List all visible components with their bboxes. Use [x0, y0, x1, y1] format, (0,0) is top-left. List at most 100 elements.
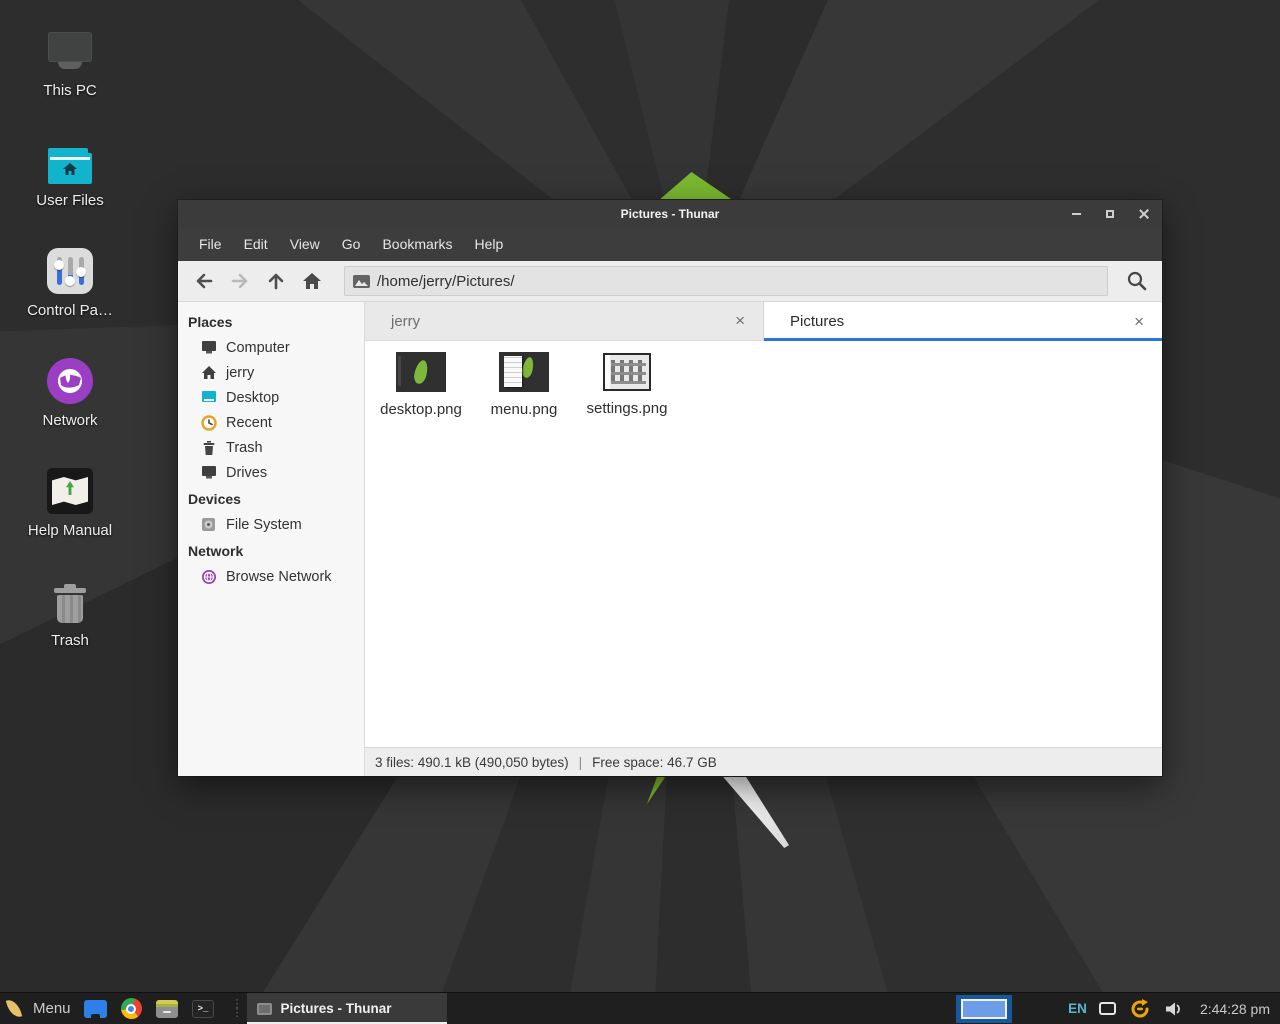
- desktop-icon-trash[interactable]: Trash: [8, 570, 132, 680]
- file-settings-png[interactable]: settings.png: [577, 352, 677, 417]
- tab-close-icon[interactable]: ×: [1130, 312, 1148, 332]
- desktop-icon-label: Control Pa…: [27, 302, 113, 319]
- desktop-icon-user-files[interactable]: User Files: [8, 130, 132, 240]
- sidebar-item-label: Computer: [226, 340, 290, 356]
- hard-disk-icon: [200, 516, 217, 533]
- sidebar-item-drives[interactable]: Drives: [178, 460, 364, 485]
- image-location-icon: [353, 275, 370, 288]
- menu-file[interactable]: File: [188, 228, 233, 261]
- back-button[interactable]: [186, 265, 222, 298]
- home-icon: [200, 364, 217, 381]
- up-button[interactable]: [258, 265, 294, 298]
- home-button[interactable]: [294, 265, 330, 298]
- image-thumbnail: [499, 352, 549, 392]
- file-manager-icon: [84, 1000, 107, 1018]
- keyboard-layout-indicator[interactable]: EN: [1068, 1001, 1087, 1016]
- sidebar-section-devices: Devices: [178, 485, 364, 512]
- menu-bookmarks[interactable]: Bookmarks: [371, 228, 463, 261]
- wallpaper-green-leaf: [658, 172, 734, 201]
- taskbar-left: Menu >_ ⋮⋮: [0, 993, 242, 1024]
- volume-icon[interactable]: [1164, 1000, 1184, 1018]
- taskbar: Menu >_ ⋮⋮ Pictures - Thunar EN: [0, 992, 1280, 1024]
- display-tray-icon[interactable]: [1099, 1002, 1116, 1015]
- computer-icon: [45, 32, 95, 74]
- chrome-launcher[interactable]: [120, 997, 143, 1020]
- sidebar-item-label: Recent: [226, 415, 272, 431]
- desktop: This PC User Files Control Pa…: [0, 0, 1280, 1024]
- home-icon: [301, 270, 323, 292]
- sidebar-item-browse-network[interactable]: Browse Network: [178, 564, 364, 589]
- titlebar[interactable]: Pictures - Thunar: [178, 200, 1162, 228]
- desktop-icon-label: This PC: [43, 82, 96, 99]
- toolbar: /home/jerry/Pictures/: [178, 261, 1162, 302]
- drive-icon: [200, 464, 217, 481]
- tab-jerry[interactable]: jerry ×: [365, 302, 764, 341]
- tab-close-icon[interactable]: ×: [731, 311, 749, 331]
- tab-bar: jerry × Pictures ×: [365, 302, 1162, 341]
- file-pane: jerry × Pictures × desktop.png: [365, 302, 1162, 776]
- map-manual-icon: [47, 468, 93, 514]
- sidebar-item-label: Trash: [226, 440, 263, 456]
- close-button[interactable]: [1134, 204, 1154, 224]
- sidebar-item-label: Browse Network: [226, 569, 332, 585]
- maximize-button[interactable]: [1100, 204, 1120, 224]
- clock[interactable]: 2:44:28 pm: [1200, 1001, 1270, 1017]
- tab-pictures[interactable]: Pictures ×: [764, 302, 1162, 341]
- sidebar-item-file-system[interactable]: File System: [178, 512, 364, 537]
- sidebar-item-recent[interactable]: Recent: [178, 410, 364, 435]
- forward-button[interactable]: [222, 265, 258, 298]
- file-menu-png[interactable]: menu.png: [474, 352, 574, 418]
- sidebar-item-desktop[interactable]: Desktop: [178, 385, 364, 410]
- window-title: Pictures - Thunar: [178, 200, 1162, 228]
- menu-view[interactable]: View: [279, 228, 331, 261]
- menu-help[interactable]: Help: [464, 228, 515, 261]
- tab-label: jerry: [391, 313, 731, 330]
- terminal-launcher[interactable]: >_: [192, 997, 215, 1020]
- menu-leaf-icon[interactable]: [6, 998, 22, 1019]
- sidebar-item-label: Desktop: [226, 390, 279, 406]
- minimize-icon: [1072, 213, 1081, 215]
- thunar-window: Pictures - Thunar File Edit View Go Book…: [178, 200, 1162, 776]
- sidebar-item-jerry[interactable]: jerry: [178, 360, 364, 385]
- tasklist-handle[interactable]: ⋮⋮: [232, 1000, 242, 1018]
- desktop-icon-network[interactable]: Network: [8, 350, 132, 460]
- file-desktop-png[interactable]: desktop.png: [371, 352, 471, 418]
- window-thumbnail-icon: [257, 1003, 272, 1015]
- close-icon: [1139, 209, 1149, 219]
- file-list: desktop.png menu.png settings.png: [365, 341, 1162, 747]
- path-text: /home/jerry/Pictures/: [377, 273, 515, 290]
- wallpaper-white-blade: [721, 776, 789, 848]
- menu-edit[interactable]: Edit: [233, 228, 279, 261]
- menubar: File Edit View Go Bookmarks Help: [178, 228, 1162, 261]
- desktop-icon-this-pc[interactable]: This PC: [8, 20, 132, 130]
- file-manager-launcher[interactable]: [84, 997, 107, 1020]
- system-tray: EN 2:44:28 pm: [1068, 997, 1280, 1021]
- window-main: Places Computer jerry Desktop: [178, 302, 1162, 776]
- file-name: menu.png: [491, 401, 558, 418]
- computer-icon: [200, 339, 217, 356]
- status-bar: 3 files: 490.1 kB (490,050 bytes) | Free…: [365, 747, 1162, 776]
- desktop-icon-help-manual[interactable]: Help Manual: [8, 460, 132, 570]
- desktop-icon-column: This PC User Files Control Pa…: [8, 20, 132, 680]
- globe-icon: [47, 358, 93, 404]
- desktop-icon-label: User Files: [36, 192, 104, 209]
- sidebar-item-computer[interactable]: Computer: [178, 335, 364, 360]
- desktop-icon-label: Trash: [51, 632, 89, 649]
- active-workspace[interactable]: [961, 999, 1007, 1019]
- archive-launcher[interactable]: [156, 997, 179, 1020]
- workspace-switcher[interactable]: [956, 995, 1012, 1023]
- sliders-icon: [47, 248, 93, 294]
- desktop-icon-label: Help Manual: [28, 522, 112, 539]
- sidebar-item-trash[interactable]: Trash: [178, 435, 364, 460]
- image-thumbnail: [603, 353, 651, 391]
- clock-icon: [200, 414, 217, 431]
- desktop-display-icon: [200, 389, 217, 406]
- desktop-icon-control-panel[interactable]: Control Pa…: [8, 240, 132, 350]
- search-button[interactable]: [1120, 265, 1154, 298]
- menu-go[interactable]: Go: [331, 228, 372, 261]
- minimize-button[interactable]: [1066, 204, 1086, 224]
- task-button-thunar[interactable]: Pictures - Thunar: [247, 993, 447, 1024]
- menu-button[interactable]: Menu: [33, 1000, 71, 1017]
- update-manager-icon[interactable]: [1128, 997, 1152, 1021]
- path-bar[interactable]: /home/jerry/Pictures/: [344, 266, 1108, 296]
